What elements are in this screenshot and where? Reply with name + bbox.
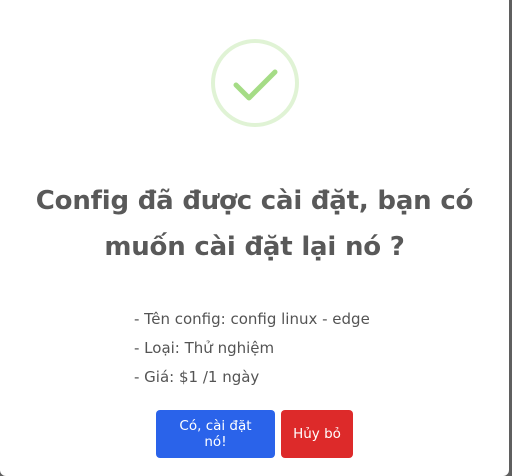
dialog-actions: Có, cài đặt nó! Hủy bỏ	[156, 410, 353, 458]
cancel-button[interactable]: Hủy bỏ	[281, 410, 353, 458]
dialog-title-line-1: Config đã được cài đặt, bạn có	[35, 186, 474, 216]
config-info: - Tên config: config linux - edge - Loại…	[134, 305, 370, 392]
success-check-icon	[211, 39, 299, 127]
confirm-reinstall-button[interactable]: Có, cài đặt nó!	[156, 410, 275, 458]
config-price-text: - Giá: $1 /1 ngày	[134, 368, 260, 386]
check-icon	[233, 69, 278, 101]
confirm-dialog: Config đã được cài đặt, bạn có muốn cài …	[0, 0, 509, 476]
dialog-title-line-2: muốn cài đặt lại nó ?	[104, 232, 405, 262]
dialog-title: Config đã được cài đặt, bạn có muốn cài …	[30, 178, 479, 270]
config-type-text: - Loại: Thử nghiệm	[134, 339, 275, 357]
config-name-text: - Tên config: config linux - edge	[134, 310, 370, 328]
